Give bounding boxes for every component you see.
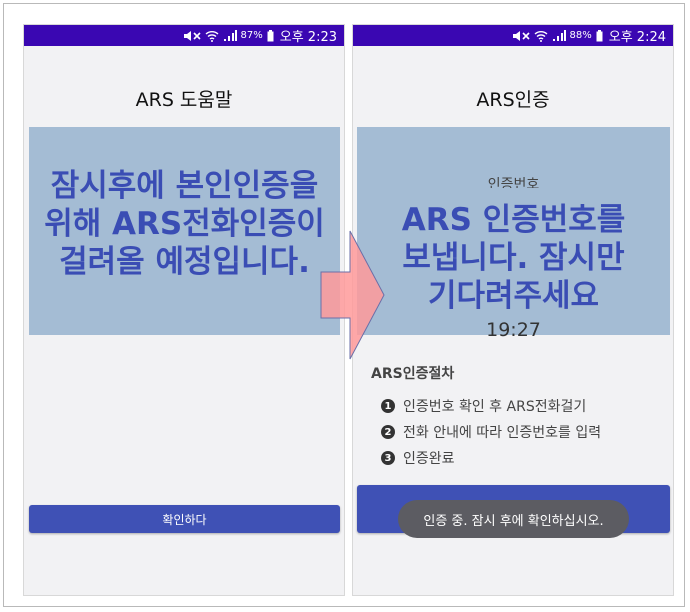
status-bar: 88% 오후 2:24 — [353, 25, 673, 46]
mute-icon — [183, 30, 201, 42]
notice-overlay: 잠시후에 본인인증을 위해 ARS전화인증이 걸려올 예정입니다. — [29, 127, 340, 335]
procedure-title: ARS인증절차 — [371, 366, 455, 382]
comparison-frame: 87% 오후 2:23 ARS 도움말 잠시후에 본인인증을 위해 ARS전화인… — [3, 3, 685, 607]
step-text: 인증번호 확인 후 ARS전화걸기 — [403, 399, 587, 415]
notice-line: 기다려주세요 — [427, 278, 600, 314]
mute-icon — [512, 30, 530, 42]
toast-message: 인증 중. 잠시 후에 확인하십시오. — [398, 500, 629, 538]
page-title: ARS 도움말 — [135, 89, 233, 111]
auth-number-label: 인증번호 — [487, 177, 540, 188]
battery-percent: 87% — [240, 30, 263, 41]
confirm-button[interactable]: 확인하다 — [29, 505, 340, 533]
step-text: 전화 안내에 따라 인증번호를 입력 — [403, 425, 602, 441]
phone-screen-left: 87% 오후 2:23 ARS 도움말 잠시후에 본인인증을 위해 ARS전화인… — [23, 24, 345, 596]
notice-overlay: 인증번호 ARS 인증번호를 보냅니다. 잠시만 기다려주세요 19:27 — [357, 127, 670, 337]
wifi-icon — [205, 30, 219, 42]
notice-line: 보냅니다. 잠시만 — [402, 240, 625, 276]
notice-text: ARS 인증번호를 보냅니다. 잠시만 기다려주세요 — [357, 201, 670, 315]
notice-line: 걸려올 예정입니다. — [59, 244, 310, 280]
battery-icon — [267, 29, 274, 42]
procedure-steps: 1 인증번호 확인 후 ARS전화걸기 2 전화 안내에 따라 인증번호를 입력… — [381, 393, 601, 471]
battery-percent: 88% — [569, 30, 592, 41]
status-bar: 87% 오후 2:23 — [24, 25, 344, 46]
step-number-icon: 1 — [381, 399, 395, 413]
page-title: ARS인증 — [476, 89, 550, 111]
procedure-step: 3 인증완료 — [381, 445, 601, 471]
step-text: 인증완료 — [403, 451, 455, 467]
arrow-icon — [320, 230, 385, 360]
notice-line: ARS 인증번호를 — [401, 202, 626, 238]
notice-line: 위해 ARS전화인증이 — [44, 206, 325, 242]
procedure-step: 1 인증번호 확인 후 ARS전화걸기 — [381, 393, 601, 419]
step-number-icon: 3 — [381, 451, 395, 465]
wifi-icon — [534, 30, 548, 42]
status-time: 오후 2:23 — [279, 30, 337, 45]
signal-icon — [223, 29, 237, 42]
signal-icon — [552, 29, 566, 42]
status-time: 오후 2:24 — [608, 30, 666, 45]
procedure-step: 2 전화 안내에 따라 인증번호를 입력 — [381, 419, 601, 445]
battery-icon — [596, 29, 603, 42]
step-number-icon: 2 — [381, 425, 395, 439]
notice-line: 잠시후에 본인인증을 — [50, 168, 319, 204]
countdown-timer: 19:27 — [486, 319, 541, 337]
notice-text: 잠시후에 본인인증을 위해 ARS전화인증이 걸려올 예정입니다. — [29, 167, 340, 281]
